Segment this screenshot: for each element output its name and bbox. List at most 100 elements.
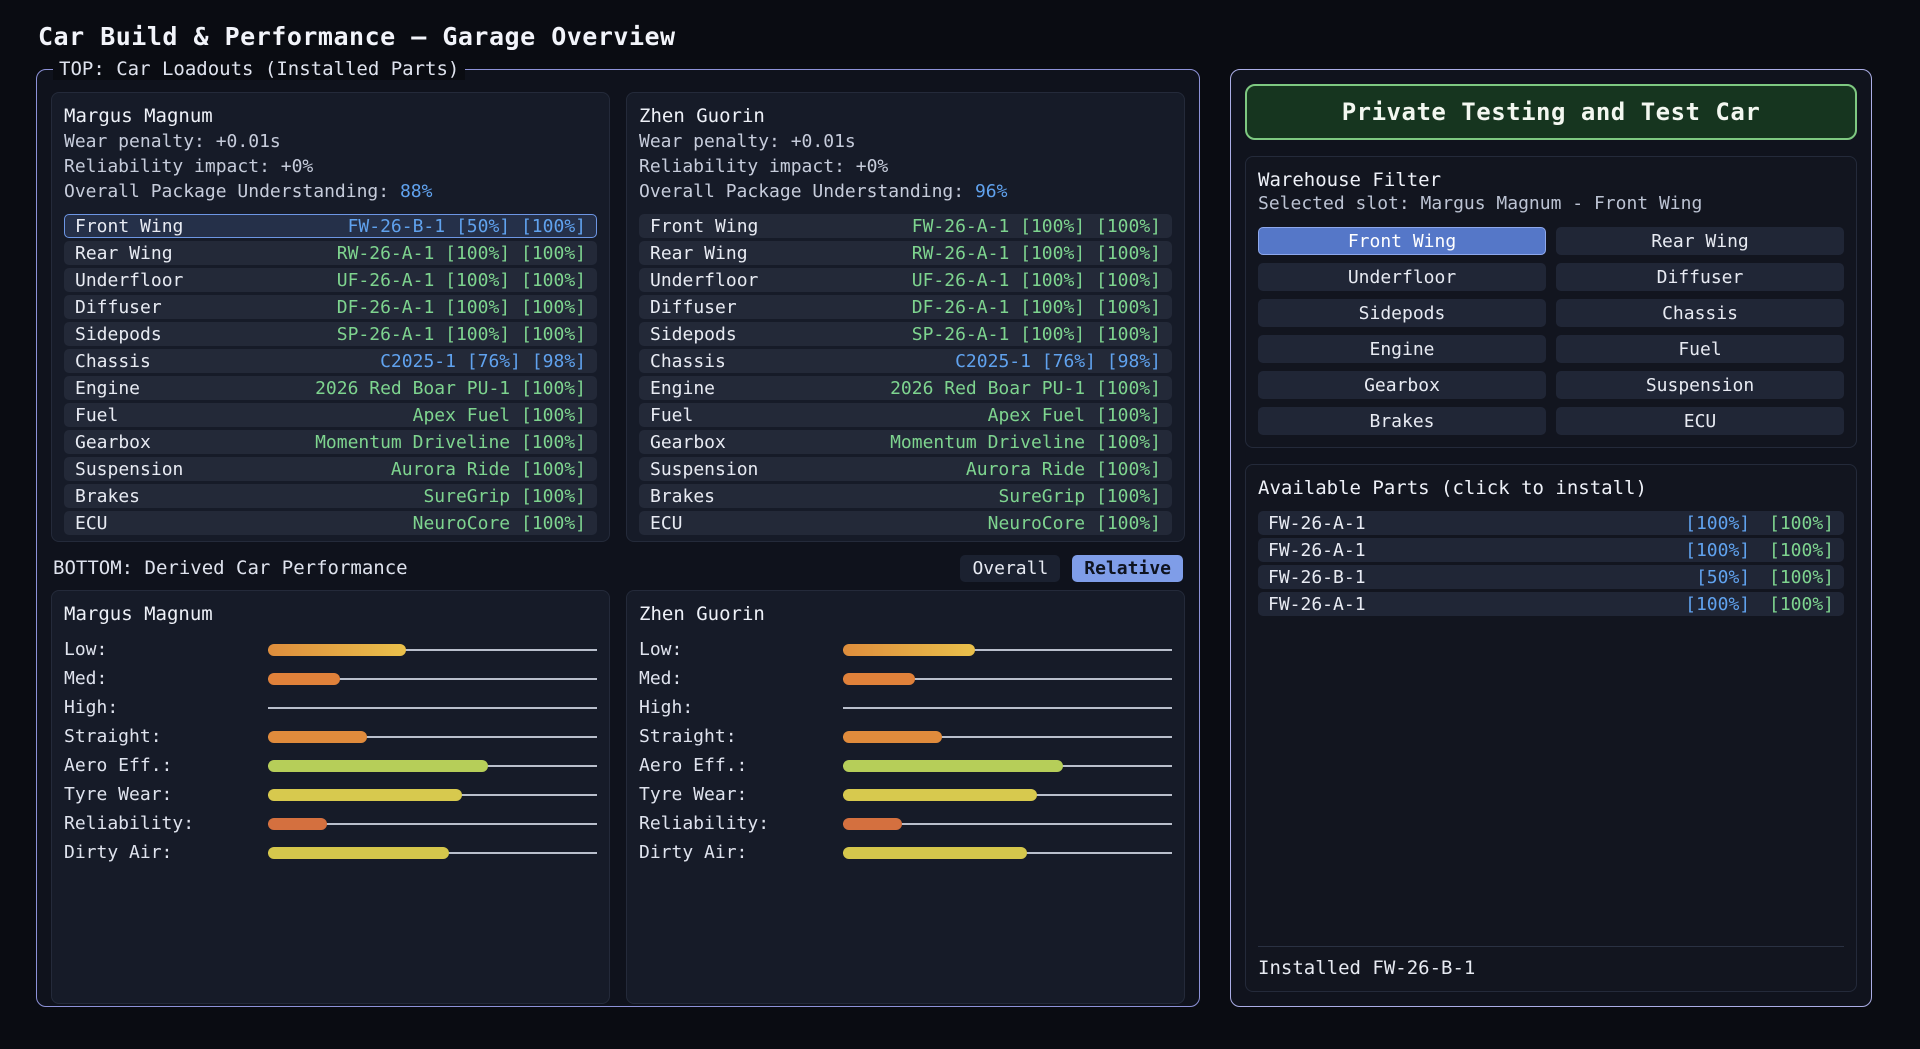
bar-track — [843, 817, 1172, 831]
part-code: FW-26-A-1 — [1268, 540, 1366, 561]
bar-fill — [843, 818, 902, 830]
installed-part-row[interactable]: Chassis C2025-1 [76%] [98%] — [64, 349, 597, 373]
bar-label: Straight: — [64, 726, 268, 747]
filter-button-fuel[interactable]: Fuel — [1556, 335, 1844, 363]
private-testing-panel: Private Testing and Test Car Warehouse F… — [1230, 69, 1872, 1007]
installed-parts-list: Front Wing FW-26-A-1 [100%] [100%] Rear … — [639, 214, 1172, 535]
performance-bars: Low: Med: High: Straight: Aero Eff.: Tyr… — [639, 635, 1172, 867]
installed-part-row[interactable]: Diffuser DF-26-A-1 [100%] [100%] — [64, 295, 597, 319]
bar-track — [268, 730, 597, 744]
performance-bar-row: Reliability: — [639, 809, 1172, 838]
installed-part-row[interactable]: Sidepods SP-26-A-1 [100%] [100%] — [639, 322, 1172, 346]
filter-button-gearbox[interactable]: Gearbox — [1258, 371, 1546, 399]
part-slot-label: Diffuser — [650, 297, 737, 318]
bar-track — [268, 817, 597, 831]
installed-part-row[interactable]: Gearbox Momentum Driveline [100%] — [64, 430, 597, 454]
part-slot-label: Underfloor — [650, 270, 758, 291]
installed-part-row[interactable]: ECU NeuroCore [100%] — [639, 511, 1172, 535]
toggle-relative[interactable]: Relative — [1072, 555, 1183, 582]
installed-part-row[interactable]: Fuel Apex Fuel [100%] — [639, 403, 1172, 427]
bar-track — [843, 788, 1172, 802]
installed-part-row[interactable]: Underfloor UF-26-A-1 [100%] [100%] — [639, 268, 1172, 292]
installed-part-row[interactable]: Engine 2026 Red Boar PU-1 [100%] — [639, 376, 1172, 400]
installed-part-row[interactable]: Gearbox Momentum Driveline [100%] — [639, 430, 1172, 454]
filter-button-rear-wing[interactable]: Rear Wing — [1556, 227, 1844, 255]
available-parts-title: Available Parts (click to install) — [1258, 477, 1844, 501]
private-testing-header[interactable]: Private Testing and Test Car — [1245, 84, 1857, 140]
bar-fill — [843, 760, 1063, 772]
filter-button-ecu[interactable]: ECU — [1556, 407, 1844, 435]
part-slot-label: Rear Wing — [650, 243, 748, 264]
part-value: SP-26-A-1 [100%] [100%] — [912, 324, 1161, 345]
performance-bar-row: Straight: — [64, 722, 597, 751]
part-value: SureGrip [100%] — [423, 486, 586, 507]
filter-button-front-wing[interactable]: Front Wing — [1258, 227, 1546, 255]
part-values: [100%] [100%] — [1685, 594, 1834, 615]
page-title: Car Build & Performance — Garage Overvie… — [38, 22, 1884, 51]
installed-part-row[interactable]: Engine 2026 Red Boar PU-1 [100%] — [64, 376, 597, 400]
part-slot-label: Engine — [650, 378, 715, 399]
bar-fill — [268, 644, 406, 656]
installed-part-row[interactable]: Underfloor UF-26-A-1 [100%] [100%] — [64, 268, 597, 292]
bar-fill — [843, 789, 1037, 801]
part-slot-label: Sidepods — [75, 324, 162, 345]
filter-button-diffuser[interactable]: Diffuser — [1556, 263, 1844, 291]
part-slot-label: Suspension — [650, 459, 758, 480]
installed-part-row[interactable]: Brakes SureGrip [100%] — [639, 484, 1172, 508]
filter-button-engine[interactable]: Engine — [1258, 335, 1546, 363]
available-part-row[interactable]: FW-26-A-1 [100%] [100%] — [1258, 511, 1844, 535]
filter-button-underfloor[interactable]: Underfloor — [1258, 263, 1546, 291]
filter-button-chassis[interactable]: Chassis — [1556, 299, 1844, 327]
bar-fill — [268, 818, 327, 830]
installed-part-row[interactable]: Front Wing FW-26-B-1 [50%] [100%] — [64, 214, 597, 238]
part-value: DF-26-A-1 [100%] [100%] — [337, 297, 586, 318]
part-code: FW-26-A-1 — [1268, 594, 1366, 615]
package-understanding-line: Overall Package Understanding: 88% — [64, 181, 597, 206]
part-value: UF-26-A-1 [100%] [100%] — [912, 270, 1161, 291]
bar-track — [268, 846, 597, 860]
selected-slot-label: Selected slot: Margus Magnum - Front Win… — [1258, 193, 1844, 217]
installed-part-row[interactable]: Fuel Apex Fuel [100%] — [64, 403, 597, 427]
installed-part-row[interactable]: Front Wing FW-26-A-1 [100%] [100%] — [639, 214, 1172, 238]
installed-part-row[interactable]: Rear Wing RW-26-A-1 [100%] [100%] — [64, 241, 597, 265]
available-part-row[interactable]: FW-26-B-1 [50%] [100%] — [1258, 565, 1844, 589]
performance-bar-row: High: — [639, 693, 1172, 722]
part-slot-label: Engine — [75, 378, 140, 399]
part-slot-label: Rear Wing — [75, 243, 173, 264]
available-part-row[interactable]: FW-26-A-1 [100%] [100%] — [1258, 538, 1844, 562]
performance-bar-row: Reliability: — [64, 809, 597, 838]
performance-bar-row: High: — [64, 693, 597, 722]
installed-part-row[interactable]: Suspension Aurora Ride [100%] — [639, 457, 1172, 481]
installed-part-row[interactable]: Sidepods SP-26-A-1 [100%] [100%] — [64, 322, 597, 346]
filter-button-suspension[interactable]: Suspension — [1556, 371, 1844, 399]
part-value: NeuroCore [100%] — [413, 513, 586, 534]
performance-bar-row: Tyre Wear: — [64, 780, 597, 809]
installed-part-row[interactable]: Brakes SureGrip [100%] — [64, 484, 597, 508]
installed-part-row[interactable]: Chassis C2025-1 [76%] [98%] — [639, 349, 1172, 373]
reliability-impact-label: Reliability impact: +0% — [639, 156, 1172, 181]
loadout-cards: Margus Magnum Wear penalty: +0.01s Relia… — [51, 92, 1185, 542]
bar-fill — [268, 673, 340, 685]
available-parts-section: Available Parts (click to install) FW-26… — [1245, 464, 1857, 992]
installed-part-row[interactable]: ECU NeuroCore [100%] — [64, 511, 597, 535]
part-value: SureGrip [100%] — [998, 486, 1161, 507]
filter-button-sidepods[interactable]: Sidepods — [1258, 299, 1546, 327]
installed-part-row[interactable]: Suspension Aurora Ride [100%] — [64, 457, 597, 481]
bar-fill — [843, 731, 942, 743]
available-part-row[interactable]: FW-26-A-1 [100%] [100%] — [1258, 592, 1844, 616]
installed-part-row[interactable]: Rear Wing RW-26-A-1 [100%] [100%] — [639, 241, 1172, 265]
loadout-card: Zhen Guorin Wear penalty: +0.01s Reliabi… — [626, 92, 1185, 542]
part-value: RW-26-A-1 [100%] [100%] — [912, 243, 1161, 264]
part-understanding: [100%] — [1758, 567, 1834, 588]
bar-label: Low: — [639, 639, 843, 660]
performance-view-toggles: Overall Relative — [960, 555, 1183, 582]
part-code: FW-26-B-1 — [1268, 567, 1366, 588]
installed-part-row[interactable]: Diffuser DF-26-A-1 [100%] [100%] — [639, 295, 1172, 319]
part-slot-label: Fuel — [650, 405, 693, 426]
bar-fill — [268, 760, 488, 772]
reliability-impact-label: Reliability impact: +0% — [64, 156, 597, 181]
driver-name: Zhen Guorin — [639, 105, 1172, 131]
part-condition: [100%] — [1685, 513, 1750, 534]
filter-button-brakes[interactable]: Brakes — [1258, 407, 1546, 435]
toggle-overall[interactable]: Overall — [960, 555, 1060, 582]
